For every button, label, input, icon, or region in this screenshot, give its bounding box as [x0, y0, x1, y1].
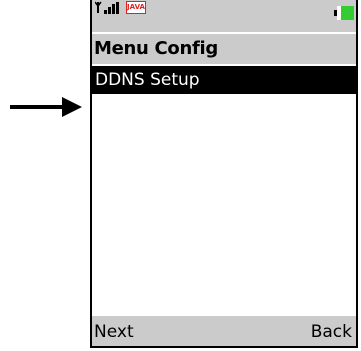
softkey-bar: Next Back	[92, 316, 356, 346]
status-bar: JAVA	[92, 0, 356, 32]
pointer-arrow-icon	[10, 97, 82, 117]
phone-screen: JAVA Menu Config DDNS Setup Next Back	[90, 0, 358, 348]
java-icon: JAVA	[126, 1, 146, 14]
back-softkey[interactable]: Back	[311, 322, 352, 342]
menu-list: DDNS Setup	[92, 66, 356, 94]
battery-icon	[334, 6, 354, 20]
menu-item-ddns-setup[interactable]: DDNS Setup	[92, 66, 356, 94]
signal-icon	[95, 1, 119, 14]
title-bar: Menu Config	[92, 32, 356, 64]
next-softkey[interactable]: Next	[94, 322, 134, 342]
page-title: Menu Config	[94, 38, 218, 59]
